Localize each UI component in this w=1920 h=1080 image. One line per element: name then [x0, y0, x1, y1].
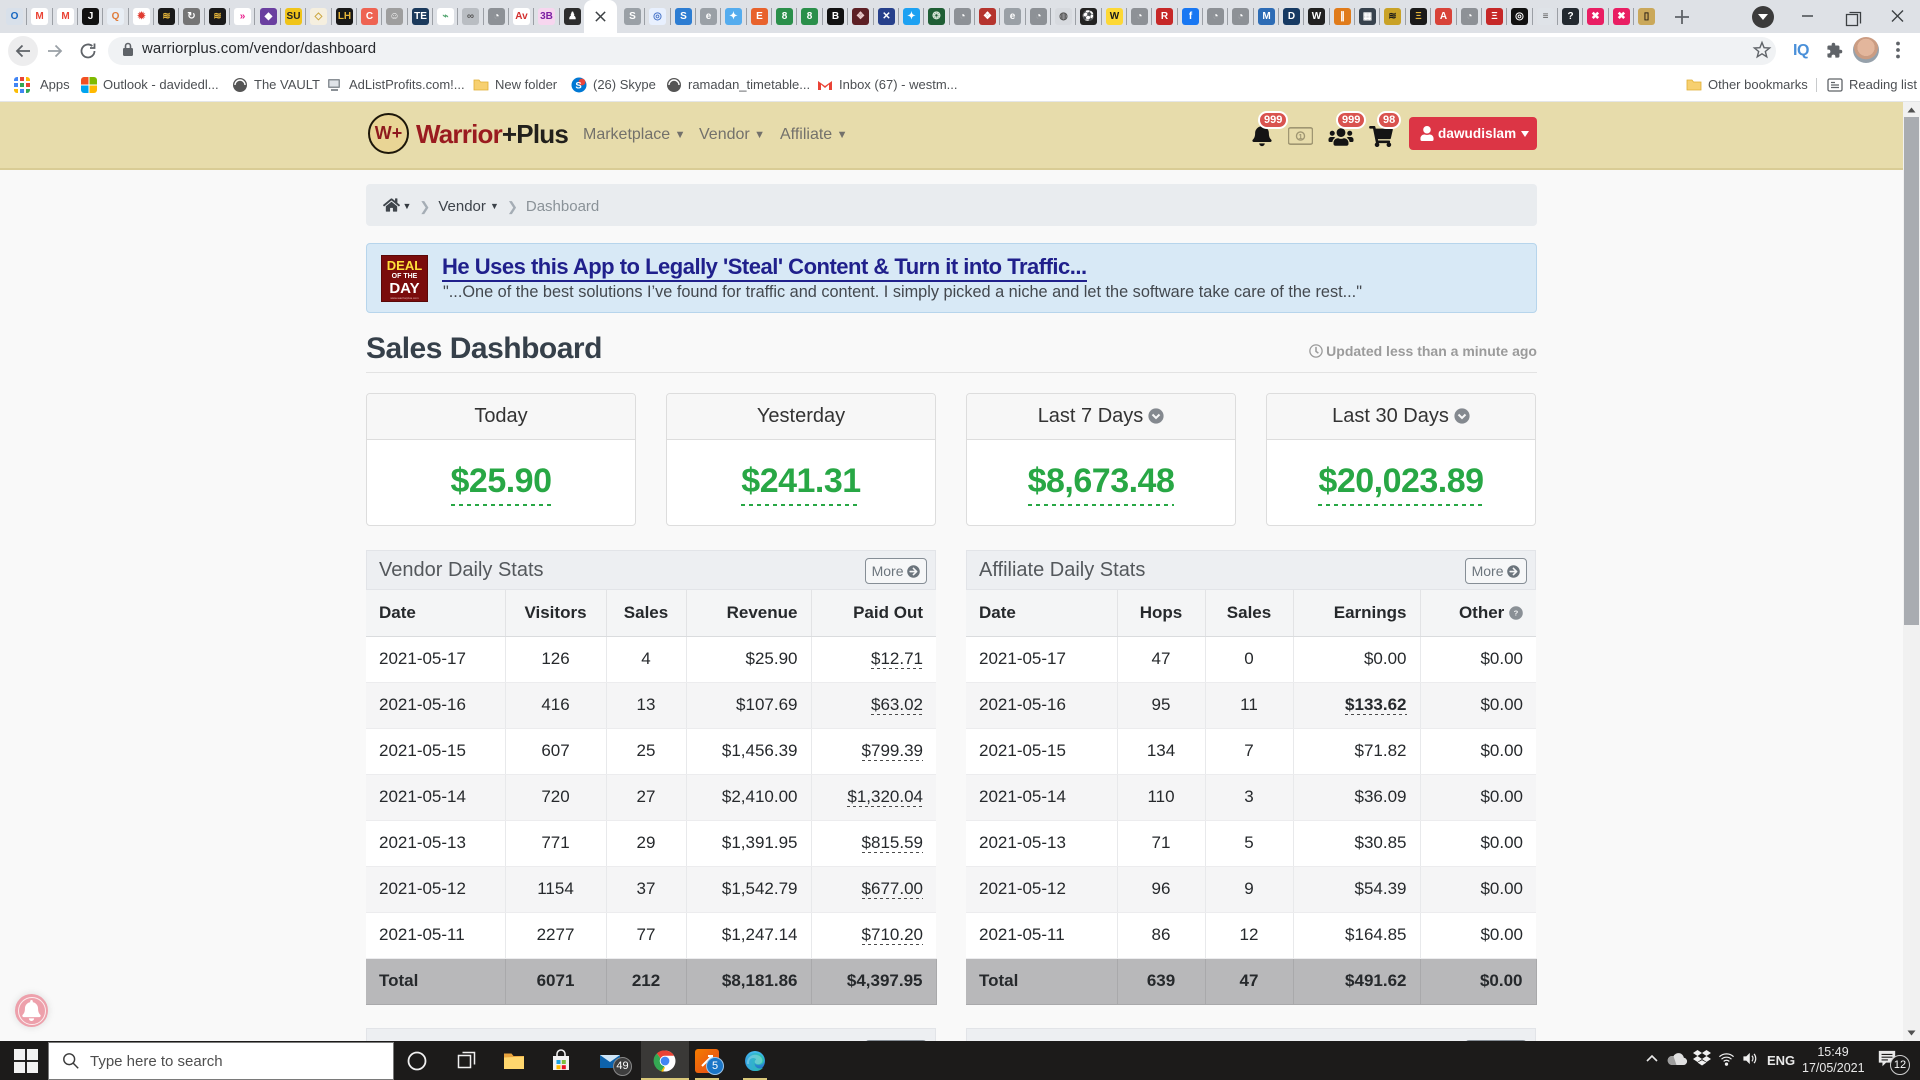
svg-text:?: ?: [1514, 608, 1519, 617]
svg-text:S: S: [575, 81, 581, 92]
